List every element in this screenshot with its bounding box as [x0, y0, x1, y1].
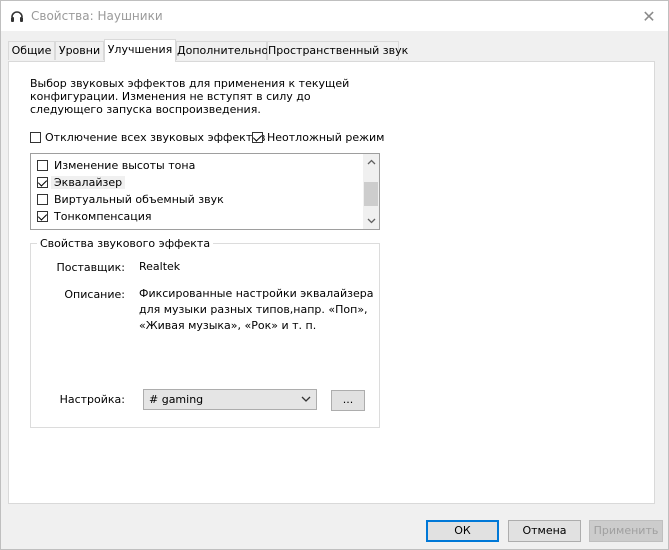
apply-button[interactable]: Применить — [589, 520, 663, 542]
tab-general[interactable]: Общие — [8, 41, 55, 60]
scrollbar-thumb[interactable] — [364, 182, 378, 206]
checkbox-box-checked[interactable] — [37, 177, 48, 188]
title-bar: Свойства: Наушники ✕ — [1, 1, 668, 31]
checkbox-box[interactable] — [30, 132, 41, 143]
cancel-button[interactable]: Отмена — [508, 520, 581, 542]
list-item-pitch-shift[interactable]: Изменение высоты тона — [37, 157, 195, 174]
effects-list-scrollbar[interactable] — [363, 154, 379, 229]
scroll-up-button[interactable] — [363, 154, 379, 170]
chevron-down-icon — [301, 396, 311, 402]
setting-label: Настройка: — [59, 393, 125, 406]
checkbox-box-checked[interactable] — [37, 211, 48, 222]
tab-advanced[interactable]: Дополнительно — [176, 41, 268, 60]
setting-dropdown[interactable]: # gaming — [143, 389, 317, 410]
disable-all-effects-label: Отключение всех звуковых эффектов — [45, 131, 266, 144]
chevron-up-icon — [367, 159, 375, 165]
list-item-loudness-equalization[interactable]: Тонкомпенсация — [37, 208, 152, 225]
immediate-mode-checkbox[interactable]: Неотложный режим — [252, 131, 384, 144]
immediate-mode-label: Неотложный режим — [267, 131, 385, 144]
properties-window: Свойства: Наушники ✕ Общие Уровни Улучше… — [0, 0, 669, 550]
list-item-label: Эквалайзер — [51, 176, 126, 189]
group-title: Свойства звукового эффекта — [37, 237, 214, 250]
close-icon: ✕ — [642, 6, 656, 26]
setting-dropdown-value: # gaming — [149, 393, 204, 406]
checkbox-box[interactable] — [37, 160, 48, 171]
tab-panel-enhancements: Выбор звуковых эффектов для применения к… — [8, 61, 655, 504]
headphones-icon — [11, 11, 23, 22]
list-item-label: Изменение высоты тона — [54, 159, 196, 172]
checkbox-box-checked[interactable] — [252, 132, 263, 143]
list-item-label: Тонкомпенсация — [54, 210, 152, 223]
list-item-equalizer[interactable]: Эквалайзер — [37, 174, 126, 191]
effect-properties-group: Свойства звукового эффекта Поставщик: Re… — [30, 237, 380, 428]
list-item-label: Виртуальный объемный звук — [54, 193, 224, 206]
enhancements-description: Выбор звуковых эффектов для применения к… — [30, 77, 350, 116]
description-value: Фиксированные настройки эквалайзера для … — [139, 287, 374, 332]
window-title: Свойства: Наушники — [31, 9, 163, 23]
disable-all-effects-checkbox[interactable]: Отключение всех звуковых эффектов — [30, 131, 265, 144]
ok-button[interactable]: ОК — [426, 520, 499, 542]
tab-spatial-sound[interactable]: Пространственный звук — [267, 41, 408, 60]
setting-more-button[interactable]: ... — [331, 390, 365, 411]
tab-levels[interactable]: Уровни — [55, 41, 104, 60]
tab-enhancements[interactable]: Улучшения — [104, 39, 176, 62]
chevron-down-icon — [367, 218, 375, 224]
effects-list[interactable]: Изменение высоты тона Эквалайзер Виртуал… — [30, 153, 380, 230]
checkbox-box[interactable] — [37, 194, 48, 205]
list-item-virtual-surround[interactable]: Виртуальный объемный звук — [37, 191, 224, 208]
close-button[interactable]: ✕ — [638, 5, 660, 27]
provider-value: Realtek — [139, 260, 181, 273]
scroll-down-button[interactable] — [363, 213, 379, 229]
description-label: Описание: — [64, 288, 125, 301]
provider-label: Поставщик: — [56, 261, 125, 274]
